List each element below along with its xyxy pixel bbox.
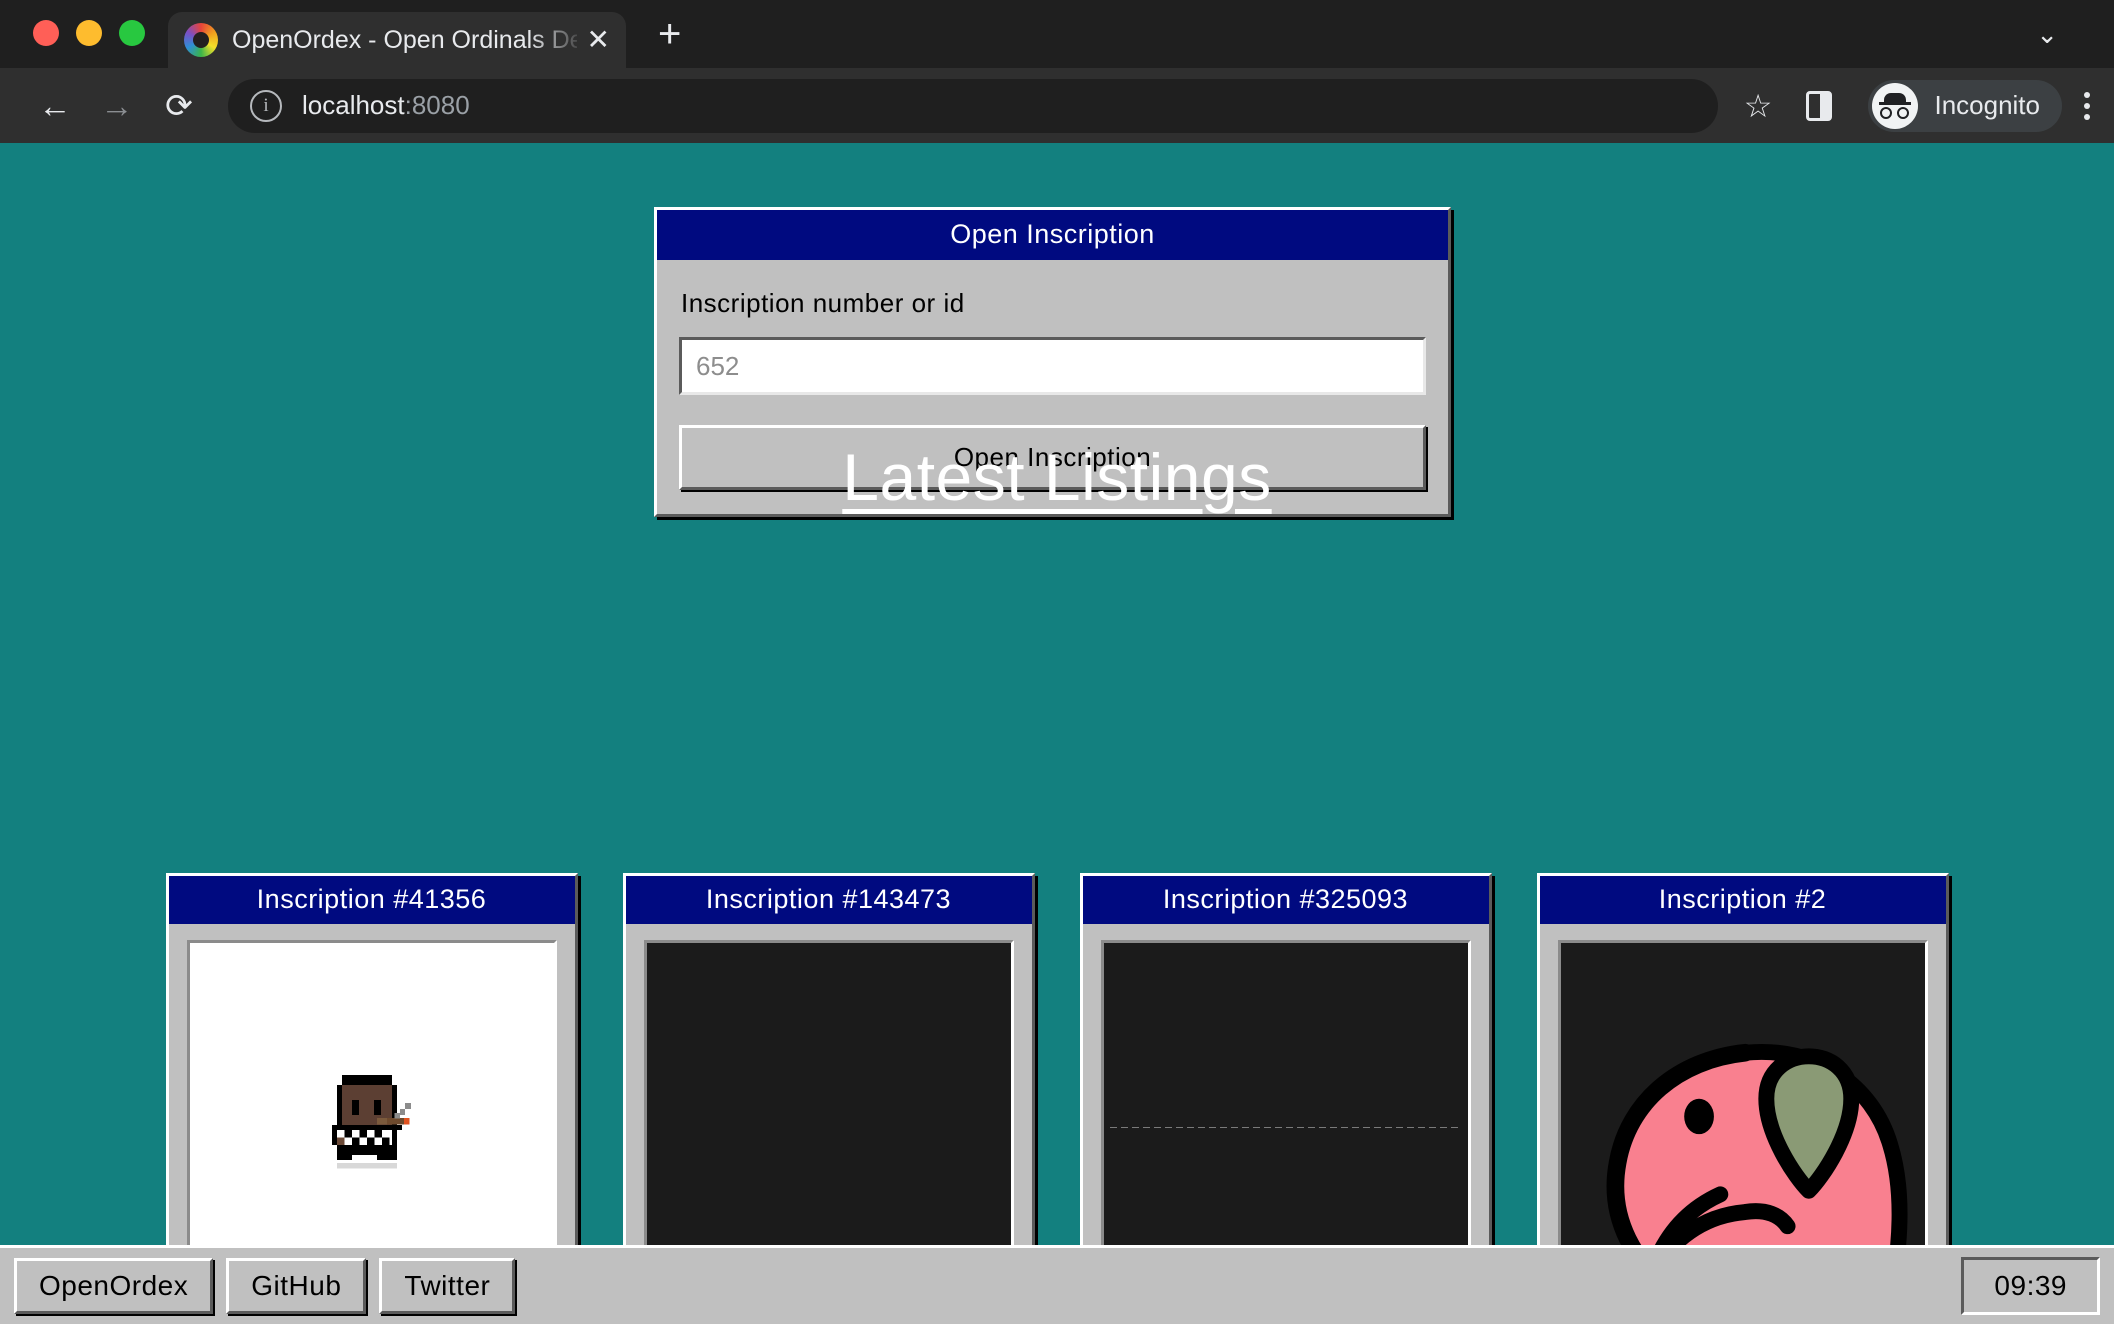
listing-title: Inscription #143473 <box>625 876 1032 924</box>
listing-title: Inscription #325093 <box>1082 876 1489 924</box>
kebab-menu-icon[interactable] <box>2084 87 2090 125</box>
incognito-label: Incognito <box>1934 90 2040 120</box>
close-window-button[interactable] <box>33 20 59 46</box>
taskbar-button-github[interactable]: GitHub <box>226 1258 367 1314</box>
pink-parrot-icon <box>1606 1043 1908 1297</box>
address-bar-text: localhost:8080 <box>302 90 470 121</box>
forward-button[interactable]: → <box>86 87 148 125</box>
new-tab-button[interactable]: + <box>658 14 681 54</box>
faint-hairline <box>1109 1127 1462 1129</box>
chevron-down-icon[interactable]: ⌄ <box>2036 19 2058 50</box>
inscription-input-label: Inscription number or id <box>681 288 965 318</box>
listing-title: Inscription #2 <box>1539 876 1946 924</box>
side-panel-icon[interactable] <box>1806 90 1833 121</box>
taskbar: OpenOrdex GitHub Twitter 09:39 <box>0 1245 2114 1324</box>
close-tab-icon[interactable]: ✕ <box>587 26 610 54</box>
inscription-input[interactable] <box>679 337 1426 395</box>
listing-title: Inscription #41356 <box>168 876 575 924</box>
maximize-window-button[interactable] <box>119 20 145 46</box>
taskbar-button-twitter[interactable]: Twitter <box>379 1258 516 1314</box>
dialog-title: Open Inscription <box>657 210 1448 260</box>
tab-title: OpenOrdex - Open Ordinals De <box>232 25 577 54</box>
page-content: Open Inscription Inscription number or i… <box>0 143 2114 1324</box>
site-info-icon[interactable]: i <box>250 89 282 122</box>
browser-tab[interactable]: OpenOrdex - Open Ordinals De ✕ <box>168 12 626 68</box>
back-button[interactable]: ← <box>24 87 86 125</box>
page-title: Latest Listings <box>842 440 1272 514</box>
pixel-man-smoking-icon <box>331 1075 411 1169</box>
ordinals-logo-icon <box>184 23 218 57</box>
incognito-avatar-icon <box>1872 82 1919 129</box>
taskbar-clock: 09:39 <box>1961 1257 2100 1315</box>
address-bar[interactable]: i localhost:8080 <box>228 78 1718 133</box>
taskbar-button-openordex[interactable]: OpenOrdex <box>14 1258 214 1314</box>
tab-strip: OpenOrdex - Open Ordinals De ✕ + ⌄ <box>0 0 2114 68</box>
incognito-indicator[interactable]: Incognito <box>1868 79 2062 132</box>
url-port: :8080 <box>404 90 470 120</box>
bookmark-star-icon[interactable]: ☆ <box>1744 87 1773 125</box>
minimize-window-button[interactable] <box>76 20 102 46</box>
window-controls <box>0 20 145 68</box>
url-host: localhost <box>302 90 405 120</box>
browser-window: OpenOrdex - Open Ordinals De ✕ + ⌄ ← → ⟳… <box>0 0 2114 1324</box>
browser-toolbar: ← → ⟳ i localhost:8080 ☆ Incognito <box>0 68 2114 143</box>
reload-button[interactable]: ⟳ <box>148 86 210 125</box>
